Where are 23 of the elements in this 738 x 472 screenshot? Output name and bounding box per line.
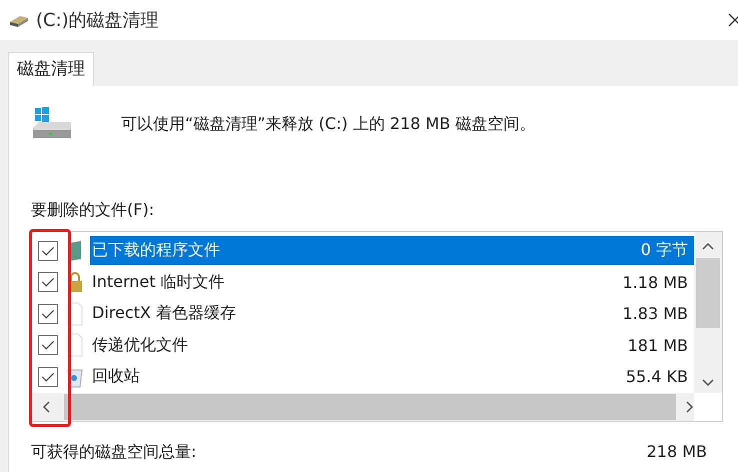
scroll-up-icon[interactable] <box>702 242 714 250</box>
total-value: 218 MB <box>646 442 707 462</box>
files-label: 要删除的文件(F): <box>31 200 154 221</box>
file-list-item[interactable]: Internet 临时文件 1.18 MB <box>90 268 694 297</box>
checkbox[interactable] <box>38 240 58 261</box>
window-title: (C:)的磁盘清理 <box>36 9 159 32</box>
checkbox[interactable] <box>38 366 58 387</box>
checkbox[interactable] <box>38 304 58 324</box>
total-label: 可获得的磁盘空间总量: <box>31 442 196 462</box>
scroll-right-icon[interactable] <box>686 400 694 412</box>
description-text: 可以使用“磁盘清理”来释放 (C:) 上的 218 MB 磁盘空间。 <box>121 114 536 134</box>
checkbox[interactable] <box>38 335 58 356</box>
file-list-item[interactable]: DirectX 着色器缓存 1.83 MB <box>90 299 694 328</box>
checkbox[interactable] <box>38 272 58 292</box>
scroll-down-icon[interactable] <box>702 378 714 386</box>
scroll-left-icon[interactable] <box>42 400 50 412</box>
file-list-item[interactable]: 已下载的程序文件 0 字节 <box>90 236 694 266</box>
close-icon[interactable] <box>728 12 738 28</box>
tab[interactable]: 磁盘清理 <box>8 52 94 86</box>
horizontal-scrollbar[interactable] <box>32 392 694 420</box>
file-list-item[interactable]: 传递优化文件 181 MB <box>90 330 694 360</box>
file-list-item[interactable]: 回收站 55.4 KB <box>90 362 694 392</box>
vertical-scrollbar[interactable] <box>694 232 722 392</box>
